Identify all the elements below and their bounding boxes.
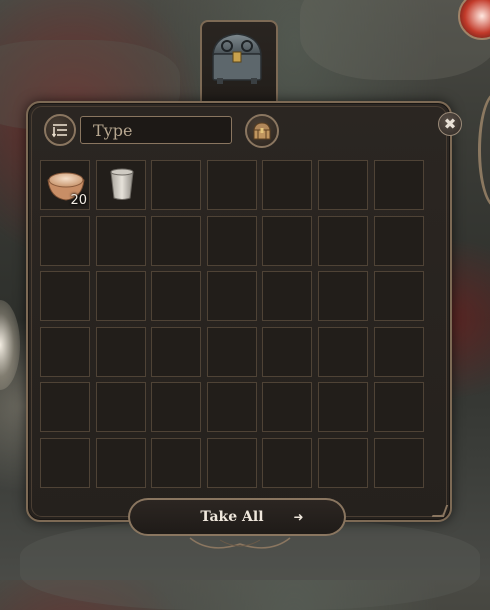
inventory-slot[interactable] — [95, 437, 146, 488]
inventory-slot[interactable] — [151, 271, 202, 322]
inventory-slot[interactable] — [373, 382, 424, 433]
inventory-slot[interactable] — [40, 382, 90, 433]
background-glow — [0, 300, 20, 390]
close-button[interactable]: ✖ — [438, 112, 462, 136]
inventory-slot[interactable] — [95, 382, 146, 433]
inventory-slot[interactable] — [95, 215, 146, 266]
inventory-slot[interactable]: 20 — [40, 160, 90, 210]
inventory-slot[interactable] — [206, 437, 257, 488]
inventory-slot[interactable] — [206, 271, 257, 322]
chest-icon — [212, 33, 262, 84]
take-all-button[interactable]: Take All ➜ — [128, 498, 346, 536]
inventory-slot[interactable] — [317, 326, 368, 377]
inventory-slot[interactable] — [151, 326, 202, 377]
inventory-slot[interactable] — [206, 326, 257, 377]
inventory-grid: 20 — [40, 160, 424, 488]
inventory-slot[interactable] — [206, 215, 257, 266]
inventory-slot[interactable] — [151, 382, 202, 433]
inventory-slot[interactable] — [40, 437, 90, 488]
inventory-slot[interactable] — [95, 271, 146, 322]
bottom-flourish — [189, 537, 291, 549]
inventory-slot[interactable] — [317, 437, 368, 488]
inventory-slot[interactable] — [40, 271, 90, 322]
item-quantity: 20 — [70, 193, 87, 208]
cup-icon — [110, 168, 134, 200]
inventory-slot[interactable] — [206, 160, 257, 210]
filter-sort-icon — [52, 124, 67, 138]
take-all-label: Take All — [200, 509, 264, 525]
inventory-slot[interactable] — [317, 271, 368, 322]
inventory-slot[interactable] — [151, 215, 202, 266]
chest-sort-icon — [253, 122, 271, 140]
inventory-slot[interactable] — [262, 382, 313, 433]
inventory-slot[interactable] — [151, 437, 202, 488]
inventory-slot[interactable] — [373, 326, 424, 377]
inventory-slot[interactable] — [317, 160, 368, 210]
inventory-slot[interactable] — [262, 160, 313, 210]
inventory-slot[interactable] — [151, 160, 202, 210]
inventory-slot[interactable] — [262, 271, 313, 322]
chest-sort-button[interactable] — [245, 114, 279, 148]
inventory-slot[interactable] — [373, 271, 424, 322]
inventory-slot[interactable] — [40, 326, 90, 377]
arrow-right-icon: ➜ — [293, 510, 304, 524]
inventory-slot[interactable] — [317, 382, 368, 433]
inventory-slot[interactable] — [262, 215, 313, 266]
inventory-slot[interactable] — [373, 160, 424, 210]
inventory-slot[interactable] — [262, 437, 313, 488]
inventory-slot[interactable] — [40, 215, 90, 266]
inventory-slot[interactable] — [95, 160, 146, 210]
inventory-slot[interactable] — [206, 382, 257, 433]
inventory-slot[interactable] — [95, 326, 146, 377]
close-icon: ✖ — [443, 114, 457, 133]
side-ornament — [478, 92, 490, 208]
filter-sort-button[interactable] — [44, 114, 76, 146]
inventory-slot[interactable] — [317, 215, 368, 266]
inventory-slot[interactable] — [262, 326, 313, 377]
search-input[interactable] — [80, 116, 232, 144]
inventory-slot[interactable] — [373, 215, 424, 266]
inventory-slot[interactable] — [373, 437, 424, 488]
